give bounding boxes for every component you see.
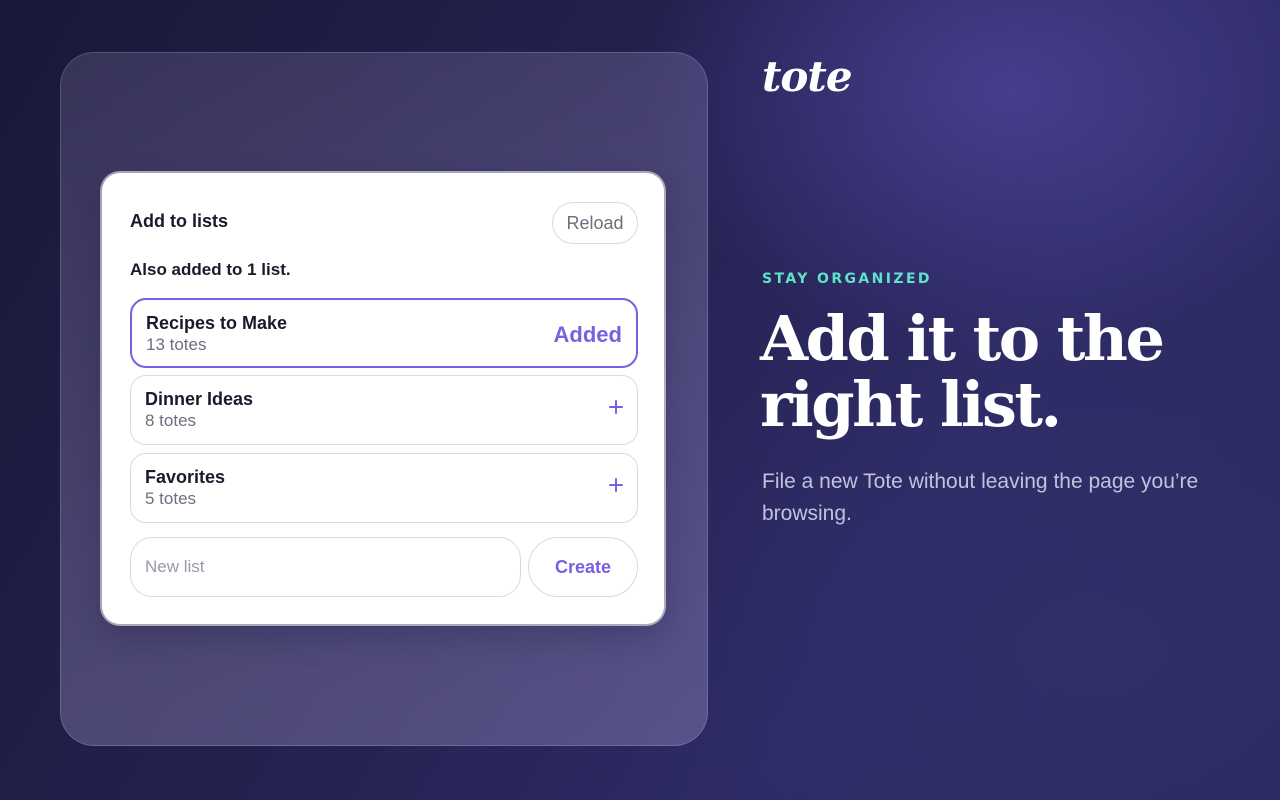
reload-button[interactable]: Reload xyxy=(552,202,638,244)
list-item-favorites[interactable]: Favorites 5 totes xyxy=(130,453,638,523)
popup-title: Add to lists xyxy=(130,211,228,231)
list-item-count: 5 totes xyxy=(145,489,197,508)
list-item-name: Favorites xyxy=(145,467,226,487)
eyebrow-label: STAY ORGANIZED xyxy=(762,271,932,287)
list-item-count: 13 totes xyxy=(146,335,207,354)
also-added-summary: Also added to 1 list. xyxy=(130,260,291,279)
added-status-label: Added xyxy=(553,322,622,347)
plus-icon[interactable] xyxy=(609,478,623,492)
list-item-name: Dinner Ideas xyxy=(145,389,254,409)
plus-icon[interactable] xyxy=(609,400,623,414)
create-button[interactable]: Create xyxy=(528,537,638,597)
list-item-dinner-ideas[interactable]: Dinner Ideas 8 totes xyxy=(130,375,638,445)
subheadline: File a new Tote without leaving the page… xyxy=(762,470,1199,525)
list-item-name: Recipes to Make xyxy=(146,313,288,333)
new-list-input[interactable] xyxy=(130,537,521,597)
tote-logo: tote xyxy=(762,52,853,101)
list-item-recipes-to-make[interactable]: Recipes to Make 13 totes Added xyxy=(130,298,638,368)
showcase-panel: Add to lists Reload Also added to 1 list… xyxy=(60,52,708,746)
add-to-lists-popup: Add to lists Reload Also added to 1 list… xyxy=(102,173,664,624)
headline: Add it to the right list. xyxy=(760,302,1165,441)
list-item-count: 8 totes xyxy=(145,411,197,430)
